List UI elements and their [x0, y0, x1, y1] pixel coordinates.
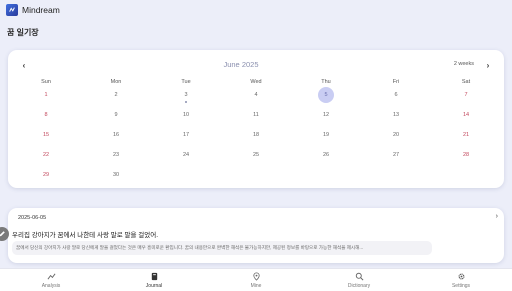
- weekday-sun: Sun: [41, 79, 51, 85]
- nav-label-journal: Journal: [145, 283, 163, 289]
- calendar-day[interactable]: 26: [318, 147, 334, 163]
- calendar-day[interactable]: 13: [388, 107, 404, 123]
- next-month-button[interactable]: ›: [482, 59, 494, 71]
- nav-label-mine: Mine: [250, 283, 262, 289]
- calendar-day[interactable]: 1: [38, 87, 54, 103]
- nav-label-analysis: Analysis: [41, 283, 61, 289]
- calendar-card: ‹ June 2025 2 weeks › Sun Mon Tue Wed Thu Fri…: [8, 50, 504, 188]
- weekday-tue: Tue: [181, 79, 191, 85]
- nav-item-mine[interactable]: Mine: [226, 272, 286, 289]
- chevron-right-icon[interactable]: ›: [496, 213, 498, 220]
- chevron-right-icon: ›: [486, 60, 490, 70]
- calendar-day[interactable]: 25: [248, 147, 264, 163]
- calendar-day[interactable]: 2: [108, 87, 124, 103]
- weekday-header-row: Sun Mon Tue Wed Thu Fri Sat: [8, 79, 504, 87]
- calendar-day[interactable]: 10: [178, 107, 194, 123]
- calendar-day[interactable]: 18: [248, 127, 264, 143]
- calendar-day[interactable]: 6: [388, 87, 404, 103]
- weekday-sat: Sat: [461, 79, 471, 85]
- journal-icon: [151, 272, 157, 281]
- calendar-day[interactable]: 27: [388, 147, 404, 163]
- weekday-wed: Wed: [250, 79, 262, 85]
- pencil-icon: [0, 231, 5, 237]
- calendar-day[interactable]: 7: [458, 87, 474, 103]
- nav-label-dictionary: Dictionary: [347, 283, 371, 289]
- calendar-day[interactable]: 4: [248, 87, 264, 103]
- calendar-day[interactable]: 17: [178, 127, 194, 143]
- weekday-thu: Thu: [321, 79, 331, 85]
- page-title: 꿈 일기장: [7, 28, 39, 37]
- app-logo-icon: [6, 4, 18, 16]
- analysis-icon: [47, 273, 55, 280]
- app-title: Mindream: [22, 5, 60, 15]
- search-icon: [355, 272, 363, 281]
- journal-entry-card[interactable]: 2025-06-05 › 우리집 강아지가 꿈에서 나한테 사랑 말로 말을 걸…: [8, 208, 504, 263]
- calendar-day[interactable]: 23: [108, 147, 124, 163]
- calendar-day[interactable]: 21: [458, 127, 474, 143]
- calendar-day[interactable]: 14: [458, 107, 474, 123]
- calendar-day[interactable]: 24: [178, 147, 194, 163]
- calendar-day[interactable]: 29: [38, 167, 54, 183]
- entry-excerpt: 꿈에서 당신의 강아지가 사랑 말로 당신에게 말을 걸었다는 것은 매우 흥미…: [12, 241, 432, 255]
- calendar-month-title: June 2025: [223, 60, 259, 69]
- app-bar: Mindream: [0, 0, 512, 20]
- weekday-mon: Mon: [110, 79, 122, 85]
- calendar-day[interactable]: 15: [38, 127, 54, 143]
- calendar-header: ‹ June 2025 2 weeks ›: [8, 59, 504, 71]
- calendar-day[interactable]: 11: [248, 107, 264, 123]
- nav-item-settings[interactable]: Settings: [431, 272, 491, 289]
- calendar-day[interactable]: 20: [388, 127, 404, 143]
- calendar-day[interactable]: 16: [108, 127, 124, 143]
- calendar-day[interactable]: 8: [38, 107, 54, 123]
- entry-date: 2025-06-05: [18, 215, 47, 221]
- nav-label-settings: Settings: [451, 283, 471, 289]
- calendar-day[interactable]: 9: [108, 107, 124, 123]
- bottom-navigation: Analysis Journal Mine Dictionary Setting…: [0, 268, 512, 291]
- calendar-day[interactable]: 12: [318, 107, 334, 123]
- entry-title: 우리집 강아지가 꿈에서 나한테 사랑 말로 말을 걸었어.: [12, 232, 159, 239]
- nav-item-analysis[interactable]: Analysis: [21, 272, 81, 289]
- nav-item-dictionary[interactable]: Dictionary: [329, 272, 389, 289]
- calendar-format-button[interactable]: 2 weeks: [454, 61, 474, 67]
- nav-item-journal[interactable]: Journal: [124, 272, 184, 289]
- event-marker: [185, 101, 187, 103]
- gear-icon: [458, 273, 464, 280]
- calendar-day[interactable]: 30: [108, 167, 124, 183]
- calendar-day[interactable]: 28: [458, 147, 474, 163]
- location-pin-icon: [252, 272, 260, 281]
- weekday-fri: Fri: [392, 79, 400, 85]
- calendar-day[interactable]: 19: [318, 127, 334, 143]
- calendar-day[interactable]: 5: [318, 87, 334, 103]
- calendar-day[interactable]: 22: [38, 147, 54, 163]
